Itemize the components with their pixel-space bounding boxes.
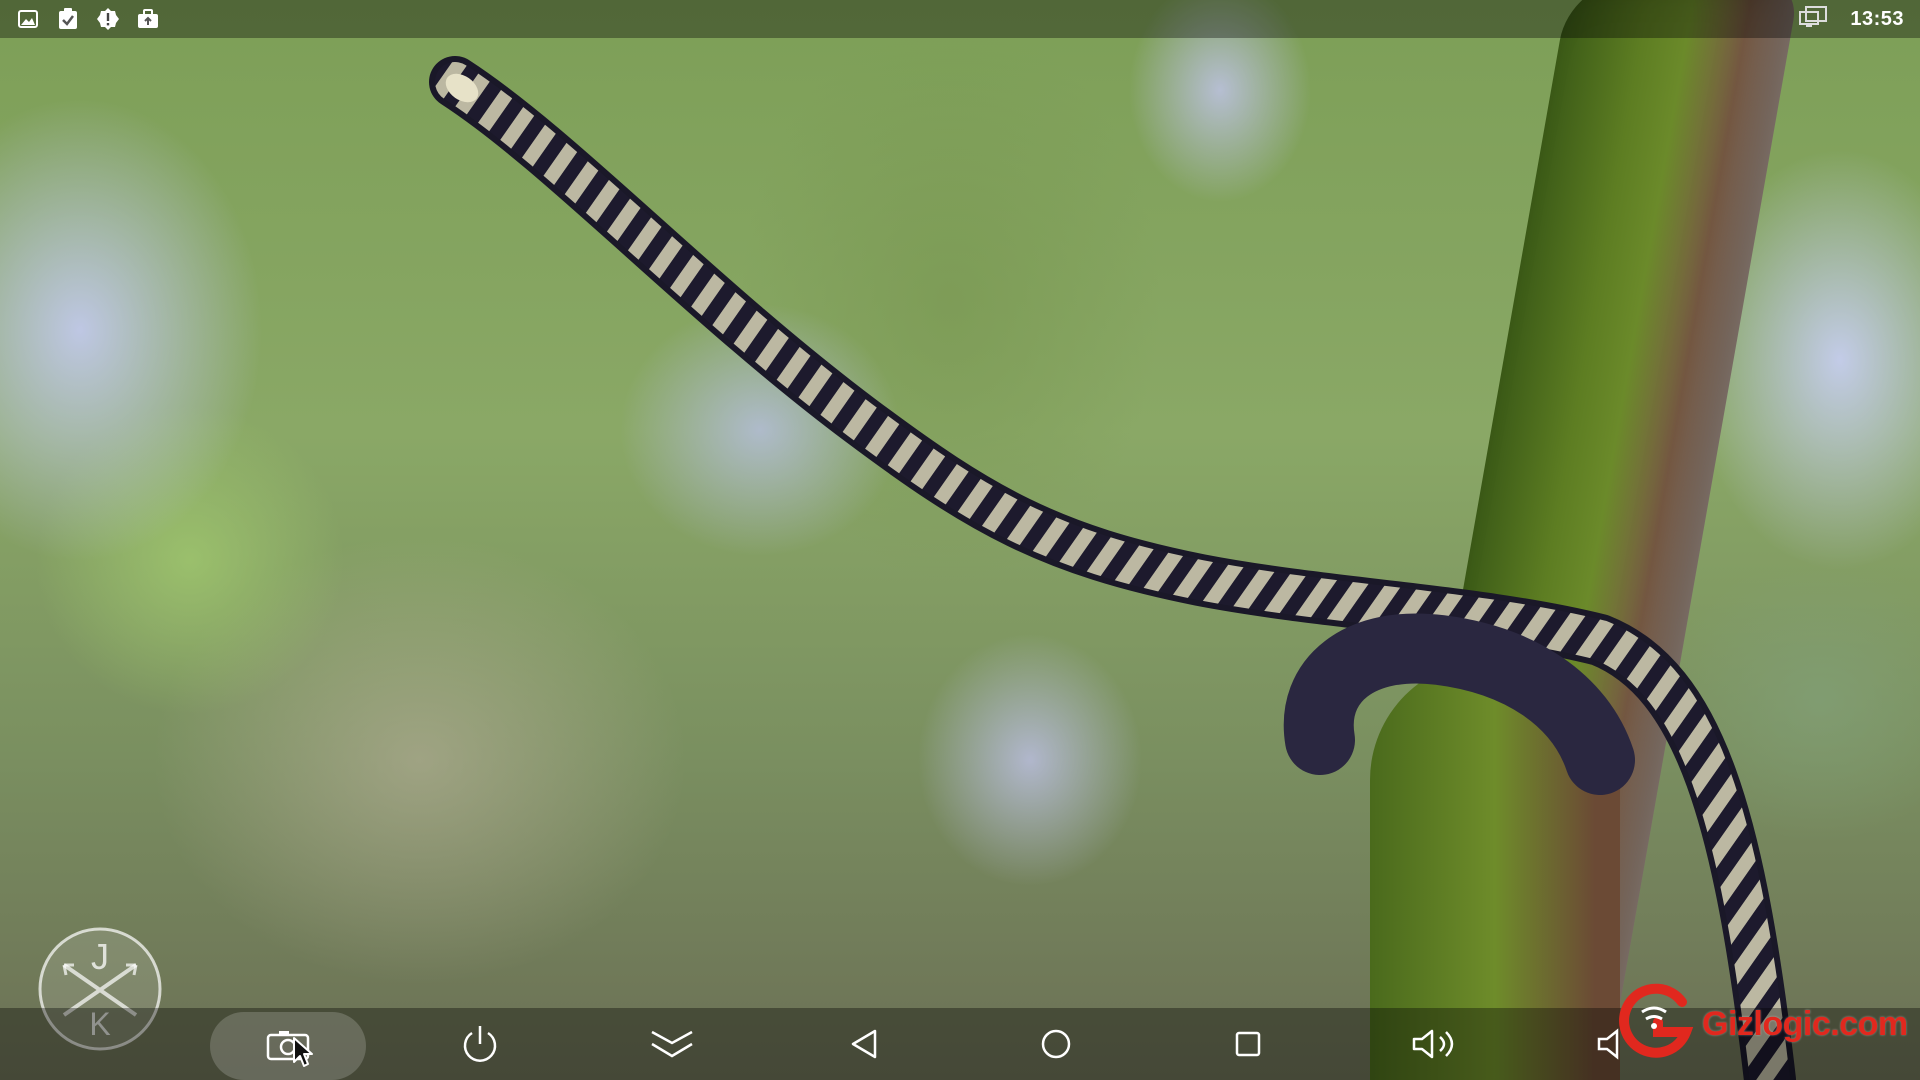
notification-icons [16,7,160,31]
mouse-cursor [292,1036,316,1073]
watermark-brand: Gizlogic [1702,1004,1831,1043]
recents-button[interactable] [1212,1008,1284,1080]
status-bar: 13:53 [0,0,1920,38]
status-clock: 13:53 [1850,7,1904,30]
status-right: 13:53 [1798,5,1904,33]
clipboard-check-icon[interactable] [56,7,80,31]
volume-icon [1412,1028,1460,1060]
alert-badge-icon[interactable] [96,7,120,31]
gizlogic-logo-icon [1612,982,1696,1067]
volume-button[interactable] [1400,1008,1472,1080]
wallpaper [0,0,1920,1080]
wallpaper-snake [429,56,1796,1080]
watermark-tld: .com [1830,1004,1908,1043]
home-button[interactable] [1020,1008,1092,1080]
power-button[interactable] [444,1008,516,1080]
logo-letter-j: J [91,936,109,977]
watermark-text: Gizlogic.com [1702,1005,1908,1044]
back-button[interactable] [828,1008,900,1080]
network-screen-icon[interactable] [1798,5,1828,33]
back-triangle-icon [849,1028,879,1060]
screenshot-button[interactable] [210,1012,366,1080]
notifications-pulldown-button[interactable] [636,1008,708,1080]
gallery-icon[interactable] [16,7,40,31]
recents-square-icon [1234,1030,1262,1058]
briefcase-upload-icon[interactable] [136,7,160,31]
power-icon [460,1024,500,1064]
double-chevron-down-icon [649,1028,695,1060]
gizlogic-watermark: Gizlogic.com [1612,982,1912,1067]
home-circle-icon [1040,1028,1072,1060]
